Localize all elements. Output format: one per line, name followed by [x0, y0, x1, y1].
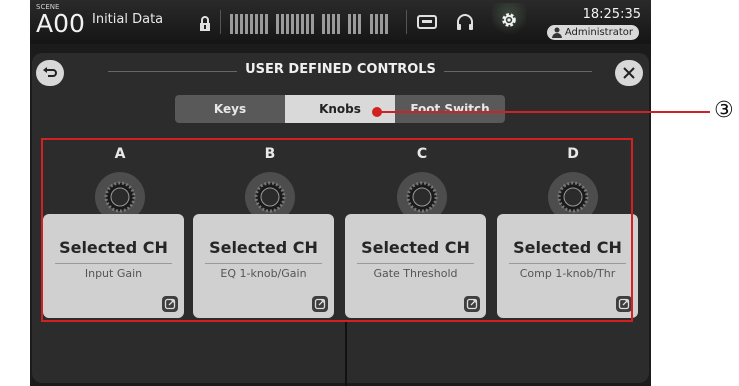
gear-icon[interactable] — [498, 10, 520, 30]
back-button[interactable] — [36, 60, 64, 86]
recorder-icon[interactable] — [416, 12, 438, 32]
user-badge[interactable]: Administrator — [546, 25, 639, 40]
close-icon — [623, 67, 635, 79]
clock: 18:25:35 — [582, 7, 641, 22]
tab-keys[interactable]: Keys — [175, 95, 285, 123]
close-button[interactable] — [615, 60, 643, 86]
tab-bar: Keys Knobs Foot Switch — [175, 95, 505, 123]
back-arrow-icon — [43, 67, 57, 77]
headphones-icon[interactable] — [454, 12, 476, 32]
callout-line — [376, 111, 710, 113]
highlight-frame — [41, 138, 633, 322]
status-bar: SCENE A00 Initial Data 18:25:35 Administ… — [30, 0, 651, 44]
lock-icon[interactable] — [198, 16, 212, 32]
level-meters[interactable] — [230, 10, 396, 36]
divider — [406, 10, 407, 34]
callout-line — [345, 322, 347, 386]
scene-name[interactable]: Initial Data — [92, 12, 163, 27]
callout-number: ③ — [714, 98, 734, 123]
divider — [220, 10, 221, 34]
user-name: Administrator — [564, 27, 633, 38]
user-icon — [551, 27, 562, 38]
tab-foot-switch[interactable]: Foot Switch — [395, 95, 505, 123]
scene-number[interactable]: A00 — [36, 9, 85, 39]
panel-title: USER DEFINED CONTROLS — [32, 62, 649, 77]
